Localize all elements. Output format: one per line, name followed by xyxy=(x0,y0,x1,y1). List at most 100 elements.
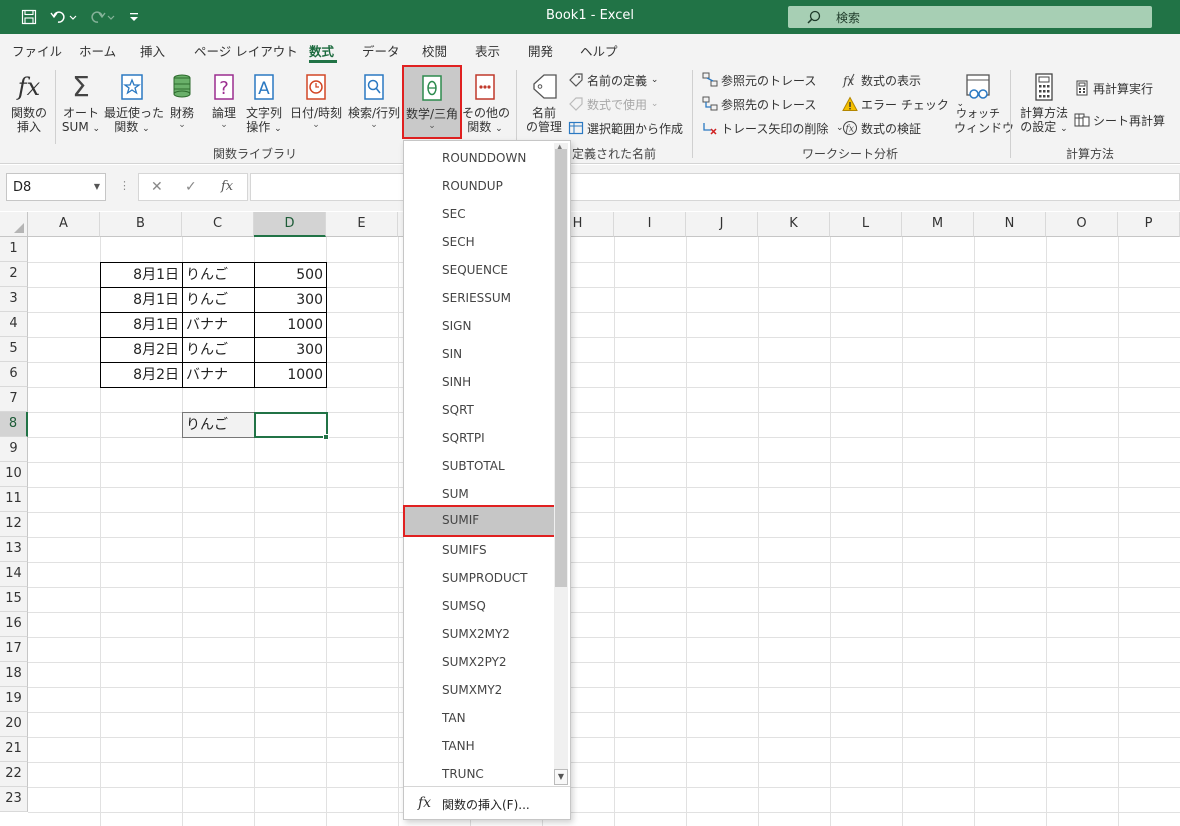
cell-b6[interactable]: 8月2日 xyxy=(100,362,183,388)
function-item-seriessum[interactable]: SERIESSUM xyxy=(404,283,554,311)
row-header-21[interactable]: 21 xyxy=(0,737,28,762)
cell-c8[interactable]: りんご xyxy=(182,412,255,438)
row-header-16[interactable]: 16 xyxy=(0,612,28,637)
function-item-sin[interactable]: SIN xyxy=(404,339,554,367)
save-icon[interactable] xyxy=(18,7,40,27)
tab-view[interactable]: 表示 xyxy=(475,41,500,60)
tab-help[interactable]: ヘルプ xyxy=(580,41,618,60)
row-header-4[interactable]: 4 xyxy=(0,312,28,337)
column-header-m[interactable]: M xyxy=(902,212,974,237)
function-item-sumifs[interactable]: SUMIFS xyxy=(404,535,554,563)
insert-function-menu-item[interactable]: fx 関数の挿入(F)... xyxy=(404,786,570,820)
insert-function-button[interactable]: fx 関数の 挿入 xyxy=(8,72,50,134)
function-item-subtotal[interactable]: SUBTOTAL xyxy=(404,451,554,479)
undo-icon[interactable] xyxy=(48,7,80,27)
remove-arrows-button[interactable]: トレース矢印の削除 ⌄ xyxy=(702,118,844,138)
name-manager-button[interactable]: 名前 の管理 xyxy=(522,72,566,134)
function-item-sumsq[interactable]: SUMSQ xyxy=(404,591,554,619)
autosum-button[interactable]: Σ オート SUM ⌄ xyxy=(58,72,104,136)
function-item-rounddown[interactable]: ROUNDDOWN xyxy=(404,143,554,171)
row-header-23[interactable]: 23 xyxy=(0,787,28,812)
evaluate-formula-button[interactable]: fx 数式の検証 xyxy=(842,118,921,138)
function-item-sum[interactable]: SUM xyxy=(404,479,554,507)
select-all-corner[interactable] xyxy=(0,212,28,237)
math-trig-button[interactable]: 数学/三角 ⌄ xyxy=(402,65,462,139)
function-item-trunc[interactable]: TRUNC xyxy=(404,759,554,787)
function-item-sqrtpi[interactable]: SQRTPI xyxy=(404,423,554,451)
trace-dependents-button[interactable]: 参照先のトレース xyxy=(702,94,816,114)
column-header-n[interactable]: N xyxy=(974,212,1046,237)
row-header-11[interactable]: 11 xyxy=(0,487,28,512)
tab-review[interactable]: 校閲 xyxy=(422,41,447,60)
row-header-1[interactable]: 1 xyxy=(0,237,28,262)
row-header-3[interactable]: 3 xyxy=(0,287,28,312)
cell-d3[interactable]: 300 xyxy=(254,287,327,313)
function-item-sech[interactable]: SECH xyxy=(404,227,554,255)
redo-icon[interactable] xyxy=(86,7,118,27)
trace-precedents-button[interactable]: 参照元のトレース xyxy=(702,70,816,90)
scroll-down-icon[interactable]: ▼ xyxy=(554,769,568,785)
search-box[interactable]: 検索 xyxy=(788,6,1152,28)
function-item-sumproduct[interactable]: SUMPRODUCT xyxy=(404,563,554,591)
tab-home[interactable]: ホーム xyxy=(79,41,116,60)
column-header-l[interactable]: L xyxy=(830,212,902,237)
column-header-b[interactable]: B xyxy=(100,212,182,237)
cell-d6[interactable]: 1000 xyxy=(254,362,327,388)
row-header-6[interactable]: 6 xyxy=(0,362,28,387)
datetime-button[interactable]: 日付/時刻 ⌄ xyxy=(288,72,344,130)
function-item-sumif-highlighted[interactable]: SUMIF xyxy=(403,505,556,537)
tab-formulas[interactable]: 数式 xyxy=(309,41,334,60)
cell-b2[interactable]: 8月1日 xyxy=(100,262,183,288)
scrollbar-thumb[interactable] xyxy=(555,149,567,587)
function-item-sumx2my2[interactable]: SUMX2MY2 xyxy=(404,619,554,647)
cell-d2[interactable]: 500 xyxy=(254,262,327,288)
row-header-18[interactable]: 18 xyxy=(0,662,28,687)
cell-c6[interactable]: バナナ xyxy=(182,362,255,388)
tab-data[interactable]: データ xyxy=(362,41,400,60)
function-item-sec[interactable]: SEC xyxy=(404,199,554,227)
cell-b5[interactable]: 8月2日 xyxy=(100,337,183,363)
row-header-12[interactable]: 12 xyxy=(0,512,28,537)
function-item-sinh[interactable]: SINH xyxy=(404,367,554,395)
function-item-sumxmy2[interactable]: SUMXMY2 xyxy=(404,675,554,703)
fx-insert-function-icon[interactable]: fx xyxy=(221,179,233,194)
fill-handle[interactable] xyxy=(323,434,329,440)
function-item-sequence[interactable]: SEQUENCE xyxy=(404,255,554,283)
column-header-a[interactable]: A xyxy=(28,212,100,237)
cell-c3[interactable]: りんご xyxy=(182,287,255,313)
row-header-13[interactable]: 13 xyxy=(0,537,28,562)
use-in-formula-button[interactable]: 数式で使用 ⌄ xyxy=(568,94,658,114)
row-header-20[interactable]: 20 xyxy=(0,712,28,737)
lookup-button[interactable]: 検索/行列 ⌄ xyxy=(346,72,402,130)
text-functions-button[interactable]: A 文字列 操作 ⌄ xyxy=(244,72,284,136)
cell-b4[interactable]: 8月1日 xyxy=(100,312,183,338)
cell-d8-selected[interactable] xyxy=(254,412,328,438)
function-item-sign[interactable]: SIGN xyxy=(404,311,554,339)
calc-options-button[interactable]: 計算方法 の設定 ⌄ xyxy=(1016,72,1072,136)
row-header-22[interactable]: 22 xyxy=(0,762,28,787)
column-header-c[interactable]: C xyxy=(182,212,254,237)
formula-input[interactable] xyxy=(250,173,1180,201)
function-item-sumx2py2[interactable]: SUMX2PY2 xyxy=(404,647,554,675)
define-name-button[interactable]: 名前の定義 ⌄ xyxy=(568,70,658,90)
error-checking-button[interactable]: エラー チェック ⌄ xyxy=(842,94,964,114)
row-header-17[interactable]: 17 xyxy=(0,637,28,662)
logical-button[interactable]: ? 論理 ⌄ xyxy=(206,72,242,130)
function-item-sqrt[interactable]: SQRT xyxy=(404,395,554,423)
column-header-k[interactable]: K xyxy=(758,212,830,237)
row-header-14[interactable]: 14 xyxy=(0,562,28,587)
name-box[interactable]: D8 ▼ xyxy=(6,173,106,201)
function-item-roundup[interactable]: ROUNDUP xyxy=(404,171,554,199)
cell-c2[interactable]: りんご xyxy=(182,262,255,288)
cell-b3[interactable]: 8月1日 xyxy=(100,287,183,313)
row-header-7[interactable]: 7 xyxy=(0,387,28,412)
dropdown-scrollbar[interactable]: ▲ ▼ xyxy=(554,143,568,785)
confirm-entry-icon[interactable]: ✓ xyxy=(185,179,197,195)
financial-button[interactable]: 財務 ⌄ xyxy=(164,72,200,130)
column-header-o[interactable]: O xyxy=(1046,212,1118,237)
column-header-p[interactable]: P xyxy=(1118,212,1180,237)
column-header-i[interactable]: I xyxy=(614,212,686,237)
name-box-dropdown-icon[interactable]: ▼ xyxy=(94,182,100,191)
create-from-selection-button[interactable]: 選択範囲から作成 xyxy=(568,118,683,138)
cell-d5[interactable]: 300 xyxy=(254,337,327,363)
